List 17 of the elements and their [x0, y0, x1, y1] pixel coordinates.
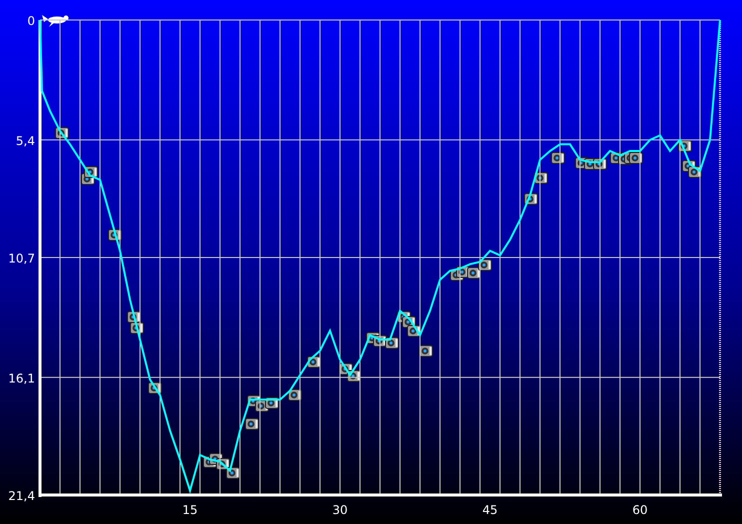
- x-tick-label: 45: [482, 503, 498, 517]
- x-tick-label: 30: [332, 503, 348, 517]
- y-tick-label: 16,1: [8, 371, 35, 386]
- camera-icon: [419, 345, 433, 357]
- x-tick-label: 60: [632, 503, 648, 517]
- camera-icon: [226, 467, 240, 479]
- y-tick-label: 0: [27, 14, 35, 28]
- y-tick-label: 5,4: [16, 134, 35, 148]
- camera-icon: [385, 337, 399, 349]
- x-tick-label: 15: [182, 503, 198, 517]
- y-tick-label: 10,7: [8, 252, 35, 266]
- camera-icon: [629, 152, 643, 164]
- swimmer-icon: [41, 14, 69, 28]
- camera-icon: [467, 267, 481, 279]
- camera-icon: [245, 418, 259, 430]
- camera-icon: [551, 152, 565, 164]
- y-tick-label: 21,4: [8, 489, 35, 503]
